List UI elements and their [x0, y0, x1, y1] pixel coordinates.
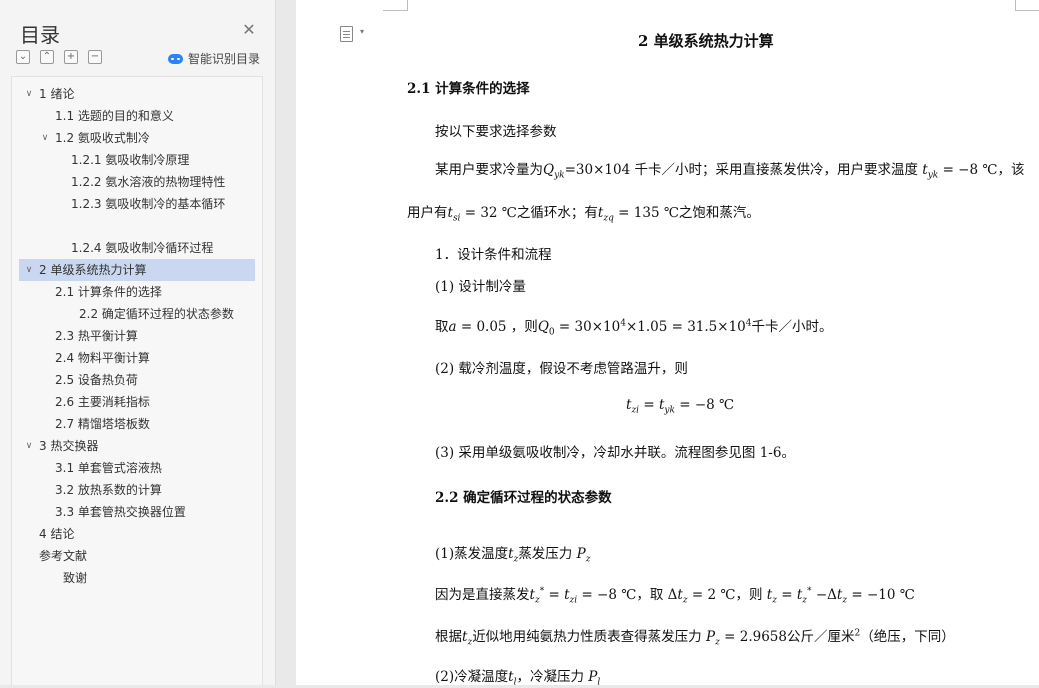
- subsection-heading: 2.2 确定循环过程的状态参数: [435, 490, 612, 506]
- paragraph: (2)冷凝温度tl，冷凝压力 Pl: [435, 669, 601, 688]
- toc-item[interactable]: 3.3 单套管热交换器位置: [19, 501, 255, 523]
- subsection-heading: 2.1 计算条件的选择: [407, 81, 530, 97]
- toc-list: ∨ 1 绪论 1.1 选题的目的和意义 ∨ 1.2 氨吸收式制冷 1.2.1 氨…: [11, 76, 263, 685]
- chevron-down-icon[interactable]: ∨: [23, 435, 35, 457]
- toc-item[interactable]: 2.1 计算条件的选择: [19, 281, 255, 303]
- toc-item[interactable]: 2.6 主要消耗指标: [19, 391, 255, 413]
- equation: tzi = tyk = −8 ℃: [626, 397, 735, 416]
- toc-item[interactable]: 2.5 设备热负荷: [19, 369, 255, 391]
- chevron-down-icon[interactable]: ∨: [39, 127, 51, 149]
- ai-icon: [168, 53, 183, 64]
- toc-toolbar: ⌄ ⌃ + −: [16, 50, 102, 66]
- paragraph: 某用户要求冷量为Qyk=30×104 千卡／小时；采用直接蒸发供冷，用户要求温度…: [435, 162, 1025, 181]
- paragraph: (2) 载冷剂温度，假设不考虑管路温升，则: [435, 361, 688, 377]
- chevron-down-icon[interactable]: ∨: [23, 259, 35, 281]
- paragraph: (1)蒸发温度tz蒸发压力 Pz: [435, 546, 591, 565]
- page-corner-mark: [1015, 0, 1039, 11]
- paragraph: 取a = 0.05 ，则Q0 = 30×104×1.05 = 31.5×104千…: [435, 318, 833, 338]
- toc-item[interactable]: 2.4 物料平衡计算: [19, 347, 255, 369]
- document-icon[interactable]: [340, 26, 353, 42]
- chevron-down-icon[interactable]: ∨: [23, 83, 35, 105]
- toc-panel: 目录 ✕ ⌄ ⌃ + − 智能识别目录 ∨ 1 绪论 1.1 选题的目的和意义 …: [0, 0, 276, 685]
- toc-item[interactable]: 3.2 放热系数的计算: [19, 479, 255, 501]
- close-icon[interactable]: ✕: [241, 22, 257, 38]
- toc-item[interactable]: 1.2.2 氨水溶液的热物理特性: [19, 171, 255, 193]
- expand-up-icon[interactable]: ⌃: [40, 50, 54, 64]
- section-heading: 2 单级系统热力计算: [638, 32, 774, 50]
- page-corner-mark: [383, 0, 408, 11]
- paragraph: 因为是直接蒸发tz* = tzi = −8 ℃，取 Δtz = 2 ℃，则 tz…: [435, 586, 915, 606]
- toc-item[interactable]: ∨ 1 绪论: [19, 83, 255, 105]
- toc-item[interactable]: 1.1 选题的目的和意义: [19, 105, 255, 127]
- paragraph: (3) 采用单级氨吸收制冷，冷却水并联。流程图参见图 1-6。: [435, 445, 795, 461]
- toc-title: 目录: [20, 23, 60, 47]
- toc-item[interactable]: 2.2 确定循环过程的状态参数: [19, 303, 255, 325]
- toc-item[interactable]: ∨ 3 热交换器: [19, 435, 255, 457]
- toc-item[interactable]: 1.2.3 氨吸收制冷的基本循环: [19, 193, 255, 215]
- chevron-down-icon[interactable]: ▾: [360, 27, 364, 36]
- toc-item[interactable]: 致谢: [19, 567, 255, 589]
- toc-item[interactable]: 参考文献: [19, 545, 255, 567]
- toc-item[interactable]: 1.2.4 氨吸收制冷循环过程: [19, 237, 255, 259]
- toc-item[interactable]: 2.3 热平衡计算: [19, 325, 255, 347]
- toc-item[interactable]: 2.7 精馏塔塔板数: [19, 413, 255, 435]
- paragraph: 根据tz近似地用纯氨热力性质表查得蒸发压力 Pz = 2.9658公斤／厘米2（…: [435, 628, 955, 648]
- smart-toc-label: 智能识别目录: [188, 52, 261, 66]
- toc-item-selected[interactable]: ∨ 2 单级系统热力计算: [19, 259, 255, 281]
- paragraph: 1．设计条件和流程: [435, 247, 552, 263]
- toc-item[interactable]: 3.1 单套管式溶液热: [19, 457, 255, 479]
- paragraph: (1) 设计制冷量: [435, 279, 526, 295]
- paragraph: 用户有tsi = 32 ℃之循环水；有tzq = 135 ℃之饱和蒸汽。: [407, 205, 760, 224]
- paragraph: 按以下要求选择参数: [435, 124, 557, 140]
- toc-item[interactable]: 4 结论: [19, 523, 255, 545]
- smart-toc-button[interactable]: 智能识别目录: [168, 50, 260, 67]
- toc-item[interactable]: 1.2.1 氨吸收制冷原理: [19, 149, 255, 171]
- remove-heading-icon[interactable]: −: [88, 50, 102, 64]
- add-heading-icon[interactable]: +: [64, 50, 78, 64]
- toc-item[interactable]: ∨ 1.2 氨吸收式制冷: [19, 127, 255, 149]
- collapse-all-icon[interactable]: ⌄: [16, 50, 30, 64]
